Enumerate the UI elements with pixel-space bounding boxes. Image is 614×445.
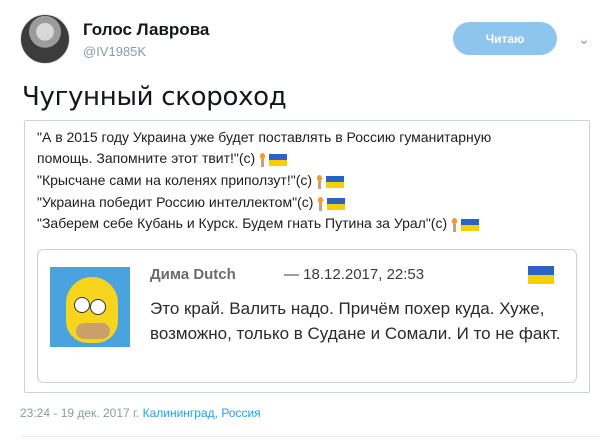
torch-icon	[451, 218, 458, 233]
avatar[interactable]	[20, 14, 70, 64]
ukraine-flag-icon	[327, 197, 346, 210]
post-date: — 18.12.2017, 22:53	[284, 266, 425, 283]
follow-button[interactable]: Читаю	[453, 22, 557, 55]
quote-line: помощь. Запомните этот твит!"(с)	[37, 148, 577, 170]
quote-line: "Украина победит Россию интеллектом"(с)	[37, 192, 577, 214]
ukraine-flag-icon	[528, 266, 554, 284]
torch-icon	[259, 153, 266, 168]
torch-flag-emoji	[259, 149, 288, 170]
ukraine-flag-icon	[326, 175, 345, 188]
torch-icon	[316, 174, 323, 189]
tweet-meta: 23:24 - 19 дек. 2017 г. Калининград, Рос…	[20, 406, 261, 420]
torch-icon	[317, 196, 324, 211]
tweet-header: Голос Лаврова @IV1985K Читаю ⌄	[20, 14, 600, 64]
torch-flag-emoji	[317, 192, 346, 213]
quote-line: "Крысчане сами на коленях приползут!"(с)	[37, 170, 577, 192]
tweet-text: Чугунный скороход	[22, 82, 287, 112]
ukraine-flag-icon	[269, 154, 288, 167]
post-author-name: Дима Dutch	[150, 266, 236, 283]
author-name[interactable]: Голос Лаврова	[83, 20, 209, 40]
quote-block: "А в 2015 году Украина уже будет поставл…	[37, 127, 577, 235]
divider	[20, 436, 600, 437]
location-link[interactable]: Калининград, Россия	[143, 406, 261, 420]
chevron-down-icon[interactable]: ⌄	[575, 30, 593, 48]
torch-flag-emoji	[316, 171, 345, 192]
quote-line: "Заберем себе Кубань и Курск. Будем гнат…	[37, 213, 577, 235]
quote-line: "А в 2015 году Украина уже будет поставл…	[37, 129, 492, 145]
ukraine-flag-icon	[461, 219, 480, 232]
torch-flag-emoji	[451, 214, 480, 235]
tweet-media-image[interactable]: "А в 2015 году Украина уже будет поставл…	[24, 120, 590, 393]
homer-avatar-image	[50, 267, 130, 347]
author-handle[interactable]: @IV1985K	[83, 44, 146, 59]
post-body: Это край. Валить надо. Причём похер куда…	[150, 299, 561, 343]
embedded-post-card: Дима Dutch — 18.12.2017, 22:53 Это край.…	[37, 249, 577, 383]
timestamp[interactable]: 23:24 - 19 дек. 2017 г.	[20, 406, 139, 420]
